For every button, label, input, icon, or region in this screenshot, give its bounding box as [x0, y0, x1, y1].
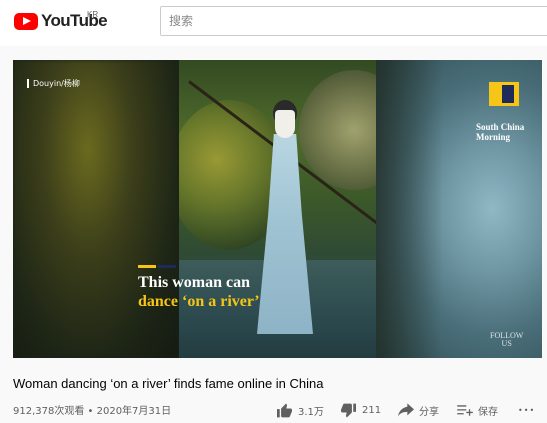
more-actions-button[interactable]: ••• [518, 400, 535, 420]
top-bar: YouTube KR [0, 0, 547, 46]
share-icon [398, 403, 414, 417]
video-player[interactable]: Douyin/杨柳 This woman can dance ‘on a riv… [13, 60, 542, 358]
publisher-name: South China Morning [476, 122, 525, 142]
region-code: KR [87, 10, 99, 19]
dancer-dress [257, 134, 313, 334]
share-button[interactable]: 分享 [398, 400, 439, 420]
dislike-button[interactable]: 211 [340, 400, 381, 420]
save-label: 保存 [478, 406, 498, 418]
source-badge: Douyin/杨柳 [27, 78, 80, 89]
caption-line-1: This woman can [138, 274, 251, 291]
video-frame [179, 60, 376, 358]
publisher-logo-icon [489, 82, 519, 106]
playlist-add-icon [457, 404, 473, 416]
more-icon: ••• [518, 405, 536, 415]
caption-line-2: dance ‘on a river’ [138, 293, 260, 310]
follow-us-watermark: FOLLOW US [490, 332, 523, 348]
source-badge-text: Douyin/杨柳 [33, 79, 80, 88]
like-count: 3.1万 [298, 406, 324, 418]
dislike-count: 211 [362, 404, 382, 416]
search-box[interactable] [160, 6, 547, 36]
action-bar: 3.1万 211 分享 保存 ••• [0, 400, 547, 420]
dancer-veil [275, 110, 295, 138]
video-blur-left [13, 60, 179, 358]
thumbs-down-icon [341, 403, 356, 417]
video-caption: This woman can dance ‘on a river’ [138, 265, 260, 311]
youtube-play-icon [14, 12, 38, 30]
badge-bar [27, 79, 29, 88]
share-label: 分享 [419, 406, 439, 418]
us-text: US [501, 339, 512, 348]
search-input[interactable] [161, 7, 547, 35]
like-button[interactable]: 3.1万 [276, 400, 324, 420]
dancer-figure [251, 98, 319, 338]
thumbs-up-icon [277, 403, 292, 417]
video-title: Woman dancing ‘on a river’ finds fame on… [13, 376, 324, 391]
caption-rule [138, 265, 260, 268]
save-button[interactable]: 保存 [457, 400, 498, 420]
